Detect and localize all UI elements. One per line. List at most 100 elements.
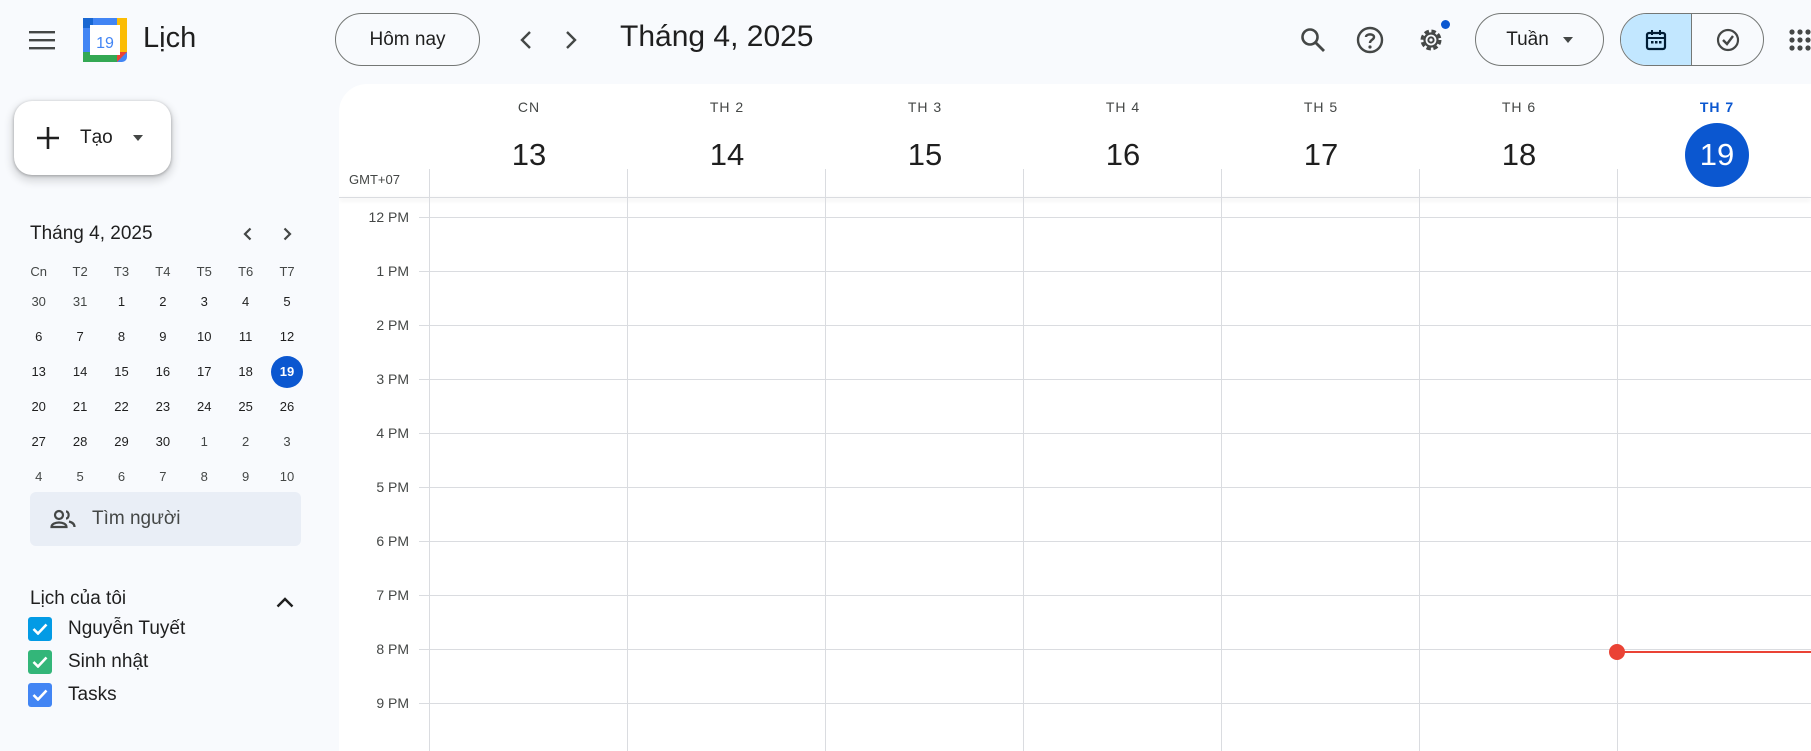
- mini-calendar-week-row: 27 28 29 30 1 2 3: [18, 424, 308, 459]
- day-number[interactable]: 16: [1091, 123, 1155, 187]
- calendar-item[interactable]: Nguyễn Tuyết: [28, 617, 185, 641]
- mini-calendar-day[interactable]: 4: [18, 461, 59, 493]
- day-number[interactable]: 18: [1487, 123, 1551, 187]
- calendar-checkbox[interactable]: [28, 650, 52, 674]
- help-button[interactable]: [1348, 18, 1392, 62]
- hour-gridline: [419, 271, 1811, 272]
- mini-calendar-day-number: 10: [279, 469, 295, 484]
- mini-calendar-day[interactable]: 7: [142, 461, 183, 493]
- mini-calendar-day[interactable]: 24: [184, 391, 225, 423]
- day-name: CN: [517, 99, 541, 115]
- mini-calendar-day[interactable]: 14: [59, 356, 100, 388]
- checkmark-icon: [32, 689, 48, 701]
- collapse-my-calendars-button[interactable]: [268, 585, 302, 619]
- mini-calendar-day-number: 17: [197, 364, 212, 379]
- chevron-up-icon: [276, 596, 294, 607]
- day-number[interactable]: 15: [893, 123, 957, 187]
- calendar-checkbox[interactable]: [28, 683, 52, 707]
- hour-label: 4 PM: [376, 425, 409, 441]
- mini-calendar-next-button[interactable]: [272, 219, 302, 249]
- mini-calendar-day[interactable]: 25: [225, 391, 266, 423]
- today-button[interactable]: Hôm nay: [335, 13, 480, 66]
- mini-calendar-day[interactable]: 3: [266, 426, 307, 458]
- current-month-title: Tháng 4, 2025: [620, 20, 814, 53]
- mini-calendar-day[interactable]: 6: [101, 461, 142, 493]
- calendar-item[interactable]: Tasks: [28, 683, 117, 707]
- mini-calendar-day-number: 7: [159, 469, 167, 484]
- day-number[interactable]: 17: [1289, 123, 1353, 187]
- mini-calendar-day[interactable]: 28: [59, 426, 100, 458]
- mini-calendar-day[interactable]: 18: [225, 356, 266, 388]
- search-icon: [1301, 28, 1325, 52]
- mini-calendar-day[interactable]: 1: [184, 426, 225, 458]
- search-button[interactable]: [1291, 18, 1335, 62]
- mini-calendar-day[interactable]: 26: [266, 391, 307, 423]
- day-number[interactable]: 13: [497, 123, 561, 187]
- mini-calendar-day[interactable]: 12: [266, 321, 307, 353]
- mini-calendar-day[interactable]: 23: [142, 391, 183, 423]
- mini-calendar-day[interactable]: 31: [59, 286, 100, 318]
- day-header: TH 2 14: [628, 84, 826, 198]
- mini-calendar-day[interactable]: 5: [266, 286, 307, 318]
- next-week-button[interactable]: [551, 20, 591, 60]
- mini-calendar-day[interactable]: 13: [18, 356, 59, 388]
- hour-gridline: [419, 541, 1811, 542]
- mini-calendar-day[interactable]: 4: [225, 286, 266, 318]
- mini-calendar-day-number: 19: [271, 355, 304, 388]
- mini-calendar-day[interactable]: 3: [184, 286, 225, 318]
- mini-calendar-today[interactable]: 19: [266, 355, 307, 388]
- calendar-logo[interactable]: 19: [83, 18, 127, 62]
- mini-calendar-day[interactable]: 20: [18, 391, 59, 423]
- plus-icon: [37, 127, 59, 149]
- mini-calendar-day[interactable]: 27: [18, 426, 59, 458]
- calendar-view-toggle[interactable]: [1621, 14, 1692, 65]
- mini-calendar-day[interactable]: 29: [101, 426, 142, 458]
- mini-calendar-day[interactable]: 11: [225, 321, 266, 353]
- tasks-view-toggle[interactable]: [1692, 14, 1763, 65]
- mini-calendar-day-number: 23: [155, 399, 171, 414]
- mini-calendar-day[interactable]: 2: [142, 286, 183, 318]
- mini-calendar-day[interactable]: 8: [101, 321, 142, 353]
- mini-calendar-day[interactable]: 6: [18, 321, 59, 353]
- mini-calendar-day[interactable]: 30: [18, 286, 59, 318]
- mini-calendar-day[interactable]: 9: [225, 461, 266, 493]
- view-selector[interactable]: Tuần: [1475, 13, 1604, 66]
- mini-calendar-day[interactable]: 10: [184, 321, 225, 353]
- mini-calendar-day[interactable]: 22: [101, 391, 142, 423]
- settings-button[interactable]: [1409, 18, 1453, 62]
- apps-button[interactable]: [1780, 20, 1811, 60]
- mini-calendar-day[interactable]: 15: [101, 356, 142, 388]
- mini-calendar-day[interactable]: 2: [225, 426, 266, 458]
- calendar-item[interactable]: Sinh nhật: [28, 650, 148, 674]
- mini-calendar-day[interactable]: 10: [266, 461, 307, 493]
- previous-week-button[interactable]: [506, 20, 546, 60]
- day-column-divider: [1419, 198, 1420, 751]
- create-button[interactable]: Tạo: [14, 101, 171, 175]
- mini-calendar-day-number: 3: [200, 294, 208, 309]
- mini-calendar-day[interactable]: 5: [59, 461, 100, 493]
- mini-calendar-day[interactable]: 9: [142, 321, 183, 353]
- create-button-label: Tạo: [80, 127, 113, 148]
- dropdown-arrow-icon: [1562, 36, 1573, 43]
- mini-calendar-day[interactable]: 7: [59, 321, 100, 353]
- hour-gridline: [419, 487, 1811, 488]
- mini-calendar-day[interactable]: 21: [59, 391, 100, 423]
- apps-grid-icon: [1789, 29, 1811, 51]
- search-people-field[interactable]: Tìm người: [30, 492, 301, 546]
- mini-calendar-day[interactable]: 17: [184, 356, 225, 388]
- mini-calendar-day[interactable]: 16: [142, 356, 183, 388]
- calendar-tasks-toggle: [1620, 13, 1764, 66]
- day-column-divider: [1617, 198, 1618, 751]
- mini-calendar-day[interactable]: 30: [142, 426, 183, 458]
- day-name: TH 7: [1699, 99, 1735, 115]
- mini-calendar-prev-button[interactable]: [232, 219, 262, 249]
- day-number[interactable]: 14: [695, 123, 759, 187]
- mini-calendar-day-number: 7: [76, 329, 84, 344]
- main-menu-button[interactable]: [20, 18, 64, 62]
- app-title: Lịch: [143, 22, 197, 54]
- mini-calendar-day[interactable]: 1: [101, 286, 142, 318]
- my-calendars-title[interactable]: Lịch của tôi: [30, 588, 126, 610]
- mini-calendar-day[interactable]: 8: [184, 461, 225, 493]
- day-number[interactable]: 19: [1685, 123, 1749, 187]
- calendar-checkbox[interactable]: [28, 617, 52, 641]
